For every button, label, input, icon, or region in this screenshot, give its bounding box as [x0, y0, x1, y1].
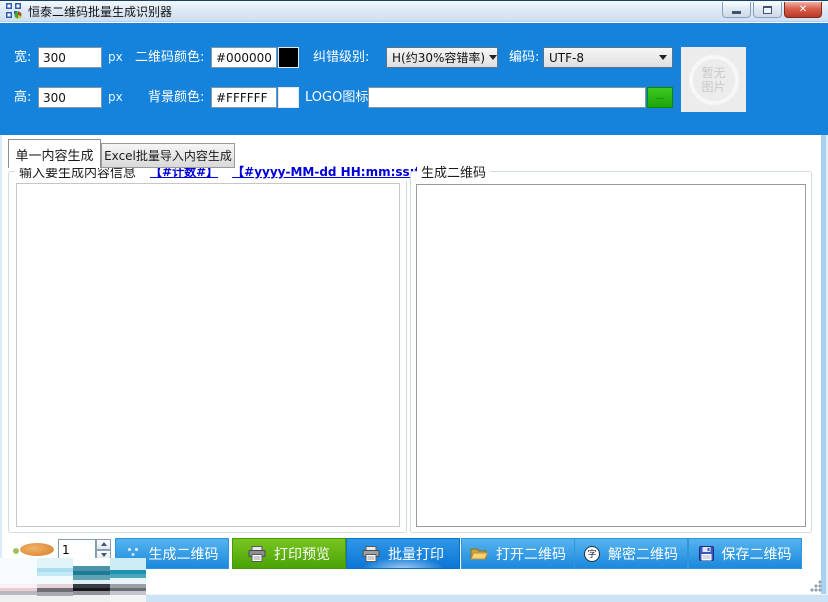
qr-color-swatch[interactable] — [278, 47, 299, 68]
logo-label: LOGO图标: — [305, 87, 373, 108]
window-title: 恒泰二维码批量生成识别器 — [28, 3, 172, 20]
close-button[interactable]: ✕ — [784, 2, 822, 18]
logo-preview: 暂无图片 — [681, 47, 746, 112]
chevron-down-icon — [659, 55, 667, 60]
encoding-label: 编码: — [509, 47, 539, 68]
print-preview-icon — [248, 546, 266, 562]
arrow-down-icon — [101, 553, 107, 557]
copies-stepper — [96, 539, 111, 560]
height-input[interactable] — [38, 87, 102, 108]
print-preview-label: 打印预览 — [274, 544, 330, 564]
batch-print-label: 批量打印 — [388, 544, 444, 564]
open-folder-icon — [470, 547, 488, 561]
qr-color-label: 二维码颜色: — [135, 47, 204, 68]
width-label: 宽: — [14, 47, 31, 68]
minimize-button[interactable] — [722, 2, 751, 18]
app-icon — [6, 3, 22, 19]
minimize-icon — [732, 11, 741, 14]
print-preview-button[interactable]: 打印预览 — [232, 538, 346, 569]
save-qr-label: 保存二维码 — [722, 544, 792, 564]
maximize-button[interactable] — [753, 2, 782, 18]
thumbnail-strip-overlay — [0, 558, 146, 602]
decrypt-qr-button[interactable]: 字 解密二维码 — [574, 538, 688, 569]
tab-excel-import[interactable]: Excel批量导入内容生成 — [101, 143, 235, 168]
thumbnail-2 — [37, 558, 74, 602]
output-legend: 生成二维码 — [421, 162, 486, 181]
encoding-value: UTF-8 — [549, 51, 584, 65]
copies-input[interactable] — [58, 539, 96, 560]
height-label: 高: — [14, 87, 31, 108]
spinner-up-button[interactable] — [96, 539, 111, 550]
decrypt-icon: 字 — [584, 546, 600, 562]
qr-display-area — [416, 184, 806, 527]
save-qr-button[interactable]: 保存二维码 — [688, 538, 802, 569]
copies-icon — [20, 543, 54, 556]
save-icon — [699, 546, 714, 561]
width-unit: px — [108, 47, 123, 68]
arrow-up-icon — [101, 542, 107, 546]
error-level-value: H(约30%容错率) — [392, 49, 485, 66]
open-qr-button[interactable]: 打开二维码 — [461, 538, 575, 569]
thumbnail-4 — [110, 558, 147, 602]
thumbnail-1 — [0, 558, 37, 602]
bg-color-label: 背景颜色: — [148, 87, 204, 108]
app-window: 恒泰二维码批量生成识别器 ✕ 宽: px 高: px 二维码颜色: 背景颜色: … — [0, 0, 828, 602]
no-image-text: 暂无图片 — [701, 66, 727, 94]
bg-color-swatch[interactable] — [278, 87, 299, 108]
logo-browse-button[interactable]: ... — [647, 87, 673, 108]
bg-color-input[interactable] — [211, 87, 277, 108]
decrypt-glyph: 字 — [587, 547, 596, 560]
window-left-border — [0, 135, 2, 602]
printer-icon — [362, 546, 380, 562]
generate-qr-label: 生成二维码 — [149, 544, 219, 564]
error-level-select[interactable]: H(约30%容错率) — [386, 47, 498, 68]
titlebar: 恒泰二维码批量生成识别器 ✕ — [0, 0, 828, 22]
maximize-icon — [763, 6, 772, 14]
open-qr-label: 打开二维码 — [496, 544, 566, 564]
close-icon: ✕ — [799, 4, 807, 15]
decrypt-qr-label: 解密二维码 — [608, 544, 678, 564]
no-image-circle: 暂无图片 — [689, 55, 739, 105]
chevron-down-icon — [489, 55, 497, 60]
content-input[interactable] — [16, 183, 400, 527]
tab-single-content[interactable]: 单一内容生成 — [8, 139, 101, 168]
logo-path-input[interactable] — [368, 87, 646, 108]
qr-color-input[interactable] — [211, 47, 277, 68]
copies-dot-icon — [13, 548, 19, 554]
batch-print-button[interactable]: 批量打印 — [346, 538, 460, 569]
width-input[interactable] — [38, 47, 102, 68]
settings-panel: 宽: px 高: px 二维码颜色: 背景颜色: 纠错级别: H(约30%容错率… — [0, 23, 828, 135]
encoding-select[interactable]: UTF-8 — [543, 47, 673, 68]
thumbnail-3 — [73, 558, 110, 602]
resize-grip[interactable] — [810, 580, 822, 592]
error-level-label: 纠错级别: — [313, 47, 369, 68]
height-unit: px — [108, 87, 123, 108]
